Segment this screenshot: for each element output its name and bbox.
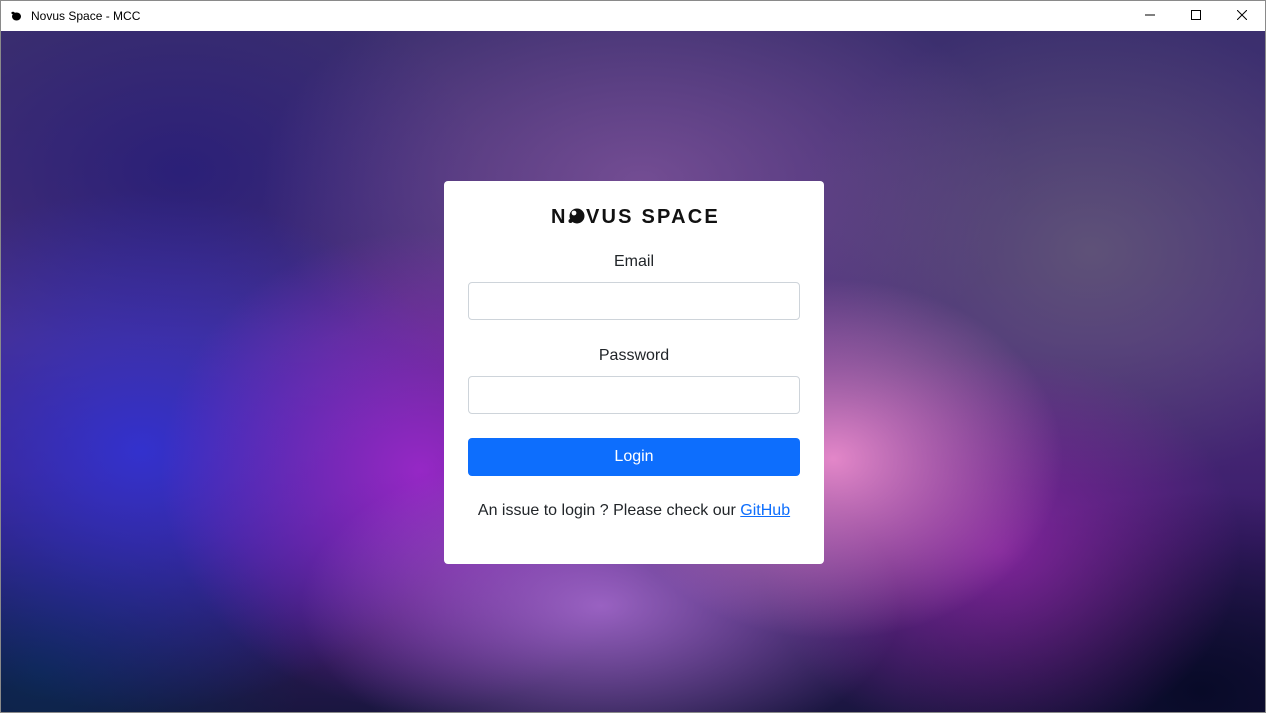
window-controls	[1127, 1, 1265, 31]
login-button[interactable]: Login	[468, 438, 800, 476]
title-bar[interactable]: Novus Space - MCC	[1, 1, 1265, 31]
close-icon	[1236, 7, 1248, 25]
window-title: Novus Space - MCC	[31, 9, 141, 23]
maximize-icon	[1191, 7, 1201, 25]
app-icon	[9, 9, 23, 23]
password-label: Password	[598, 347, 670, 364]
maximize-button[interactable]	[1173, 1, 1219, 31]
email-field[interactable]	[468, 282, 800, 320]
password-field[interactable]	[468, 376, 800, 414]
email-label: Email	[613, 253, 654, 270]
login-help-text: An issue to login ? Please check our	[477, 502, 736, 519]
svg-text:VUS SPACE: VUS SPACE	[586, 206, 717, 228]
novus-space-logo: N VUS SPACE	[444, 202, 824, 230]
svg-text:N: N	[551, 206, 568, 228]
minimize-icon	[1145, 7, 1155, 25]
login-background: N VUS SPACE Email Password Login An issu…	[1, 31, 1265, 712]
close-button[interactable]	[1219, 1, 1265, 31]
login-help: An issue to login ? Please check our Git…	[444, 502, 824, 520]
login-card: N VUS SPACE Email Password Login An issu…	[444, 181, 824, 564]
minimize-button[interactable]	[1127, 1, 1173, 31]
github-link[interactable]: GitHub	[740, 502, 790, 519]
app-window: Novus Space - MCC N VUS SPACE Email Pass…	[0, 0, 1266, 713]
